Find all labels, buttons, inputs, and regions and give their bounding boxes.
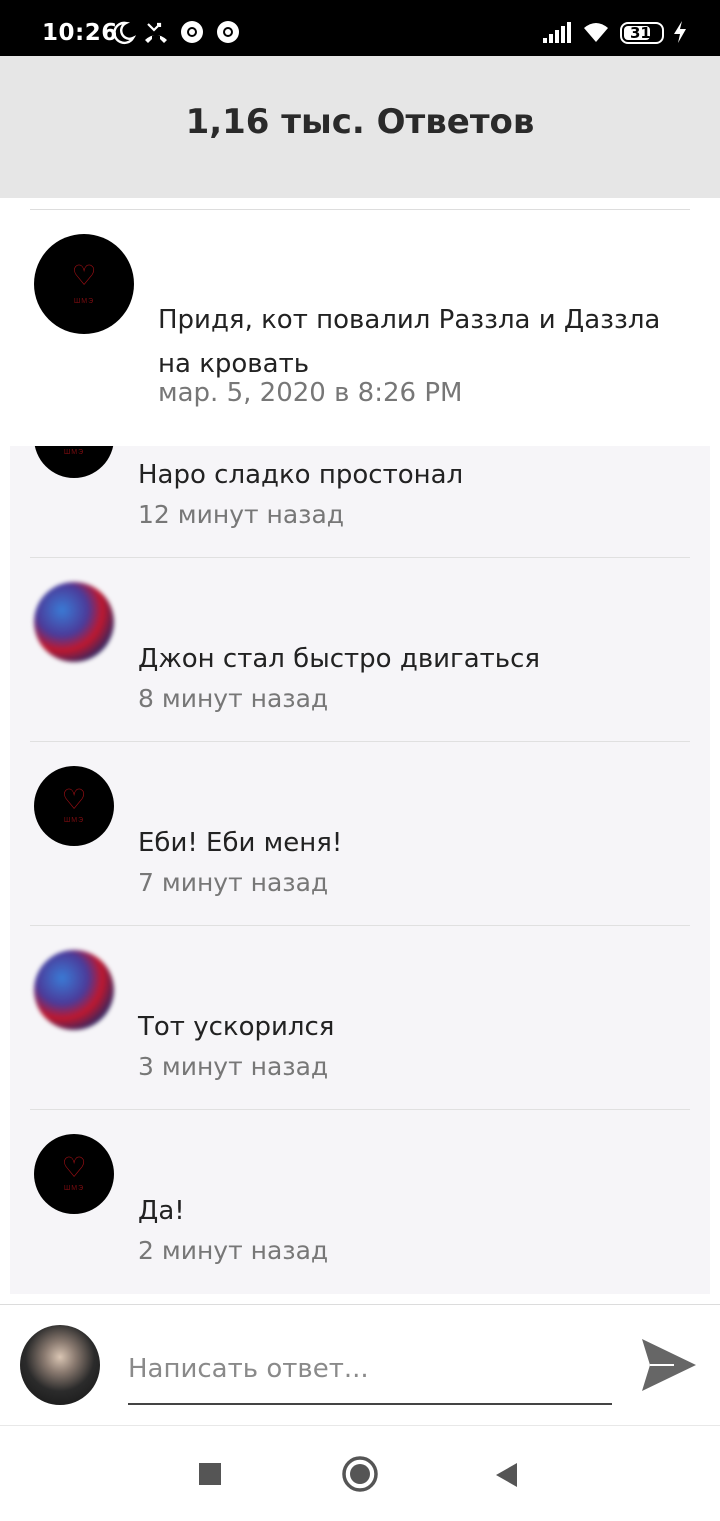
avatar-caption: ШМЭ bbox=[63, 1185, 85, 1193]
reply-text: Еби! Еби меня! bbox=[138, 828, 343, 858]
main-comment: ♡ ШМЭ Придя, кот повалил Раззла и Даззла… bbox=[0, 210, 720, 446]
avatar[interactable] bbox=[34, 950, 114, 1030]
heart-icon: ♡ bbox=[61, 1151, 87, 1183]
comment-timestamp: мар. 5, 2020 в 8:26 PM bbox=[158, 378, 463, 408]
recents-square-icon[interactable] bbox=[198, 1462, 222, 1486]
avatar-caption: ШМЭ bbox=[63, 817, 85, 825]
avatar[interactable]: ♡ ШМЭ bbox=[34, 766, 114, 846]
reply-timestamp: 3 минут назад bbox=[138, 1052, 329, 1081]
reply-timestamp: 7 минут назад bbox=[138, 868, 329, 897]
reply-text: Джон стал быстро двигаться bbox=[138, 644, 541, 674]
reply-text: Да! bbox=[138, 1196, 185, 1226]
avatar[interactable]: ♡ ШМЭ bbox=[34, 1134, 114, 1214]
missed-call-icon bbox=[145, 22, 167, 43]
header: 1,16 тыс. Ответов bbox=[0, 56, 720, 198]
page-title: 1,16 тыс. Ответов bbox=[185, 102, 535, 142]
reply-item[interactable]: ♡ ШМЭ Еби! Еби меня! 7 минут назад bbox=[10, 742, 710, 926]
nav-bar bbox=[0, 1425, 720, 1521]
reply-input[interactable] bbox=[128, 1335, 612, 1405]
avatar[interactable]: ♡ ШМЭ bbox=[34, 234, 134, 334]
chrome-icon bbox=[217, 21, 239, 43]
charging-icon bbox=[674, 21, 686, 43]
avatar[interactable]: ♡ ШМЭ bbox=[34, 446, 114, 478]
avatar-caption: ШМЭ bbox=[63, 449, 85, 457]
battery-icon: 31 bbox=[620, 22, 664, 44]
status-time: 10:26 bbox=[42, 20, 118, 46]
reply-timestamp: 2 минут назад bbox=[138, 1236, 329, 1265]
replies-list[interactable]: ♡ ШМЭ Наро сладко простонал 12 минут наз… bbox=[10, 446, 710, 1294]
home-circle-icon[interactable] bbox=[340, 1454, 380, 1494]
avatar[interactable] bbox=[34, 582, 114, 662]
wifi-icon bbox=[584, 23, 608, 42]
reply-item[interactable]: ♡ ШМЭ Наро сладко простонал 12 минут наз… bbox=[10, 446, 710, 558]
battery-level: 31 bbox=[630, 24, 651, 42]
reply-item[interactable]: Тот ускорился 3 минут назад bbox=[10, 926, 710, 1110]
status-bar: 10:26 31 bbox=[0, 0, 720, 56]
reply-composer bbox=[0, 1304, 720, 1425]
heart-icon: ♡ bbox=[61, 783, 87, 815]
reply-text: Наро сладко простонал bbox=[138, 460, 464, 490]
chrome-icon bbox=[181, 21, 203, 43]
moon-icon bbox=[113, 21, 136, 45]
reply-timestamp: 12 минут назад bbox=[138, 500, 345, 529]
reply-text: Тот ускорился bbox=[138, 1012, 335, 1042]
back-triangle-icon[interactable] bbox=[494, 1461, 518, 1489]
signal-icon bbox=[543, 22, 571, 43]
avatar-caption: ШМЭ bbox=[73, 298, 95, 305]
comment-text: Придя, кот повалил Раззла и Даззла на кр… bbox=[158, 305, 661, 379]
user-avatar[interactable] bbox=[20, 1325, 100, 1405]
heart-icon: ♡ bbox=[71, 260, 97, 291]
reply-timestamp: 8 минут назад bbox=[138, 684, 329, 713]
reply-item[interactable]: Джон стал быстро двигаться 8 минут назад bbox=[10, 558, 710, 742]
reply-item[interactable]: ♡ ШМЭ Да! 2 минут назад bbox=[10, 1110, 710, 1294]
send-icon[interactable] bbox=[640, 1337, 698, 1393]
